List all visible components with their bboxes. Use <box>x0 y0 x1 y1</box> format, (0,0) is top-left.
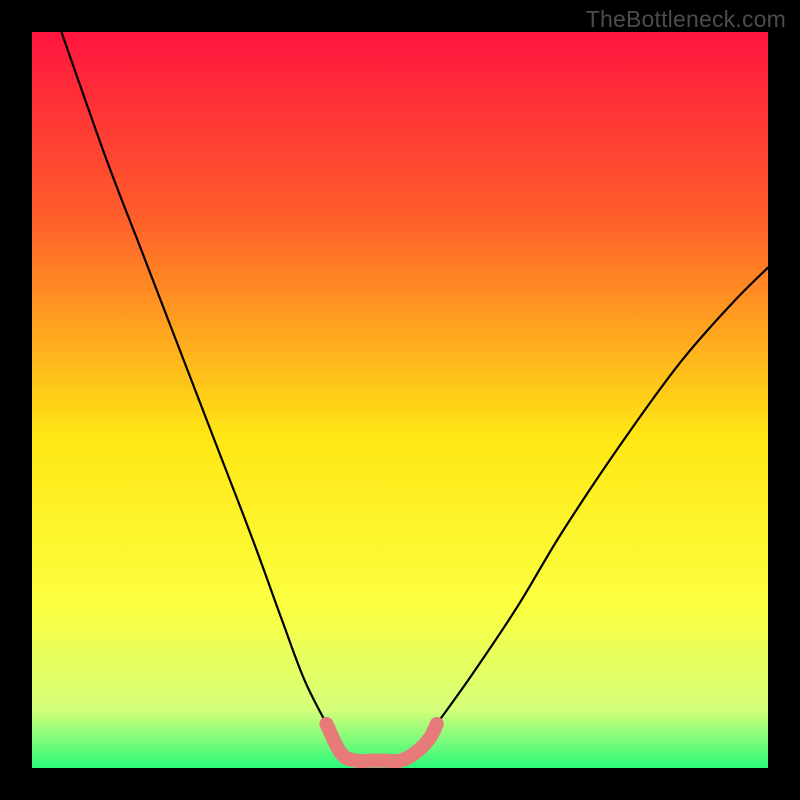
watermark-text: TheBottleneck.com <box>586 6 786 33</box>
chart-frame: TheBottleneck.com <box>0 0 800 800</box>
gradient-background <box>32 32 768 768</box>
bottleneck-chart <box>0 0 800 800</box>
